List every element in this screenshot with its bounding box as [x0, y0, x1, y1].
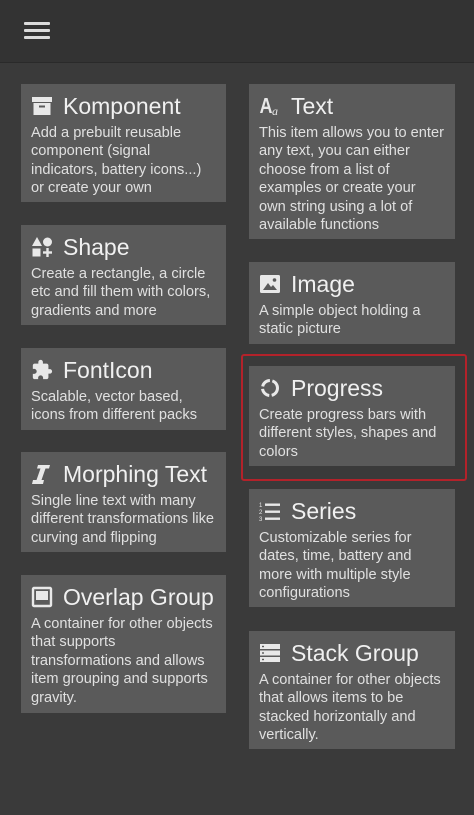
- svg-text:3: 3: [259, 517, 263, 522]
- card-fonticon[interactable]: FontIcon Scalable, vector based, icons f…: [21, 348, 226, 430]
- card-description: Create a rectangle, a circle etc and fil…: [31, 266, 211, 319]
- overlap-frame-icon: [31, 586, 53, 608]
- card-overlap-group[interactable]: Overlap Group A container for other obje…: [21, 575, 226, 713]
- card-title: FontIcon: [63, 357, 153, 383]
- card-title: Series: [291, 498, 357, 524]
- card-title: Morphing Text: [63, 461, 208, 487]
- card-title: Image: [291, 271, 355, 297]
- card-komponent[interactable]: Komponent Add a prebuilt reusable compon…: [21, 84, 226, 202]
- hamburger-menu-icon[interactable]: [24, 20, 50, 42]
- svg-text:a: a: [272, 104, 278, 117]
- card-stack-group[interactable]: Stack Group A container for other object…: [249, 631, 455, 749]
- card-description: Scalable, vector based, icons from diffe…: [31, 389, 198, 424]
- card-description: Customizable series for dates, time, bat…: [259, 530, 412, 602]
- card-image[interactable]: Image A simple object holding a static p…: [249, 262, 455, 344]
- card-shape[interactable]: Shape Create a rectangle, a circle etc a…: [21, 225, 226, 325]
- puzzle-piece-icon: [31, 359, 53, 381]
- card-text[interactable]: a Text This item allows you to enter any…: [249, 84, 455, 239]
- card-description: A simple object holding a static picture: [259, 303, 421, 338]
- card-series[interactable]: 123 Series Customizable series for dates…: [249, 489, 455, 607]
- numbered-list-icon: 123: [259, 500, 281, 522]
- card-title: Shape: [63, 234, 130, 260]
- text-format-icon: a: [259, 95, 281, 117]
- archive-box-icon: [31, 95, 53, 117]
- selection-highlight: [241, 354, 467, 481]
- card-title: Stack Group: [291, 640, 419, 666]
- stack-layers-icon: [259, 642, 281, 664]
- card-description: This item allows you to enter any text, …: [259, 125, 444, 234]
- svg-text:1: 1: [259, 503, 263, 509]
- card-title: Overlap Group: [63, 584, 214, 610]
- card-description: Single line text with many different tra…: [31, 493, 215, 546]
- image-icon: [259, 273, 281, 295]
- svg-text:2: 2: [259, 510, 263, 516]
- card-morphing-text[interactable]: Morphing Text Single line text with many…: [21, 452, 226, 552]
- top-app-bar: [0, 0, 474, 63]
- card-description: A container for other objects that allow…: [259, 672, 441, 744]
- card-description: A container for other objects that suppo…: [31, 616, 213, 706]
- card-title: Komponent: [63, 93, 181, 119]
- italic-text-icon: [31, 463, 53, 485]
- card-title: Text: [291, 93, 334, 119]
- shapes-icon: [31, 236, 53, 258]
- card-description: Add a prebuilt reusable component (signa…: [31, 125, 202, 197]
